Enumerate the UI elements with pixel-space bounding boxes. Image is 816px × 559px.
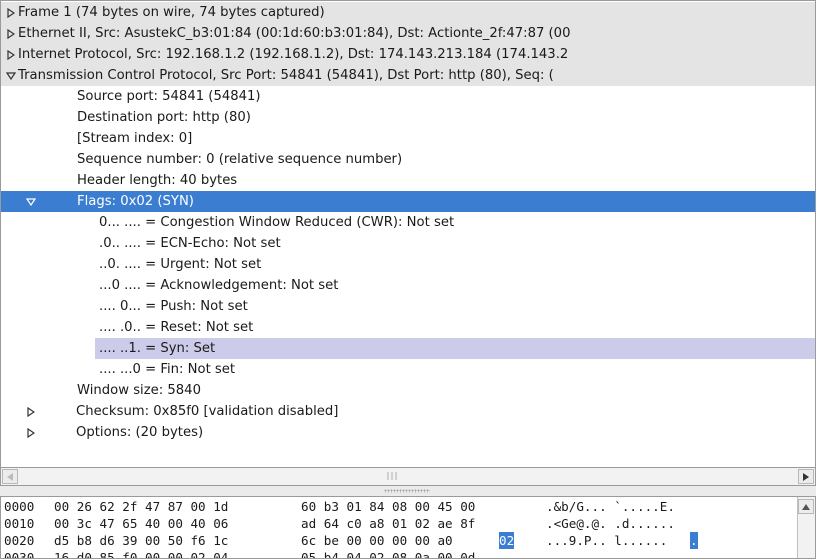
tree-row-label: Window size: 5840 bbox=[77, 383, 201, 398]
hex-ascii: .<Ge@.@. .d...... bbox=[546, 516, 675, 531]
hex-bytes: 00 26 62 2f 47 87 00 1d bbox=[54, 499, 229, 514]
tree-row[interactable]: Source port: 54841 (54841) bbox=[1, 86, 815, 107]
tree-row-label: ...0 .... = Acknowledgement: Not set bbox=[99, 278, 339, 293]
tree-row[interactable]: [Stream index: 0] bbox=[1, 128, 815, 149]
triangle-right-icon[interactable] bbox=[25, 422, 37, 443]
tree-row[interactable]: Internet Protocol, Src: 192.168.1.2 (192… bbox=[1, 44, 815, 65]
tree-row-label: Header length: 40 bytes bbox=[77, 173, 238, 188]
tree-row-label: Sequence number: 0 (relative sequence nu… bbox=[77, 152, 403, 167]
hex-bytes: 00 3c 47 65 40 00 40 06 bbox=[54, 516, 229, 531]
triangle-right-icon[interactable] bbox=[5, 2, 17, 23]
hex-ascii: ...9.P.. l...... bbox=[546, 533, 668, 548]
tree-row-label: .... .0.. = Reset: Not set bbox=[99, 320, 254, 335]
tree-row[interactable]: Flags: 0x02 (SYN) bbox=[1, 191, 815, 212]
tree-row-label: Checksum: 0x85f0 [validation disabled] bbox=[76, 404, 339, 419]
tree-row[interactable]: Sequence number: 0 (relative sequence nu… bbox=[1, 149, 815, 170]
tree-row[interactable]: Options: (20 bytes) bbox=[1, 422, 815, 443]
hex-bytes: 6c be 00 00 00 00 a0 bbox=[301, 533, 453, 548]
ascii-selected-char: . bbox=[690, 532, 698, 549]
tree-row[interactable]: Checksum: 0x85f0 [validation disabled] bbox=[1, 401, 815, 422]
hex-offset: 0010 bbox=[4, 516, 35, 531]
arrow-right-icon bbox=[803, 472, 809, 481]
triangle-right-icon[interactable] bbox=[25, 401, 37, 422]
tree-row[interactable]: Ethernet II, Src: AsustekC_b3:01:84 (00:… bbox=[1, 23, 815, 44]
tree-row-label: Options: (20 bytes) bbox=[76, 425, 204, 440]
tree-row-label: ..0. .... = Urgent: Not set bbox=[99, 257, 262, 272]
triangle-down-icon[interactable] bbox=[25, 191, 37, 212]
hex-bytes: 16 d0 85 f0 00 00 02 04 bbox=[54, 550, 229, 559]
tree-row[interactable]: .... ..1. = Syn: Set bbox=[95, 338, 815, 359]
tree-row-label: .0.. .... = ECN-Echo: Not set bbox=[99, 236, 281, 251]
tree-row[interactable]: ...0 .... = Acknowledgement: Not set bbox=[1, 275, 815, 296]
tree-row[interactable]: Transmission Control Protocol, Src Port:… bbox=[1, 65, 815, 86]
tree-row[interactable]: Window size: 5840 bbox=[1, 380, 815, 401]
tree-row-label: Transmission Control Protocol, Src Port:… bbox=[18, 68, 554, 83]
hex-row[interactable]: 0030 16 d0 85 f0 00 00 02 04 05 b4 04 02 0… bbox=[1, 549, 791, 559]
scroll-up-button[interactable] bbox=[798, 499, 814, 514]
triangle-down-icon[interactable] bbox=[5, 65, 17, 86]
tree-row[interactable]: ..0. .... = Urgent: Not set bbox=[1, 254, 815, 275]
tree-row-label: [Stream index: 0] bbox=[77, 131, 193, 146]
tree-row[interactable]: .... 0... = Push: Not set bbox=[1, 296, 815, 317]
tree-row[interactable]: Destination port: http (80) bbox=[1, 107, 815, 128]
hex-row[interactable]: 0010 00 3c 47 65 40 00 40 06 ad 64 c0 a8 0… bbox=[1, 515, 791, 532]
splitter-grip bbox=[384, 489, 430, 493]
tree-row[interactable]: Frame 1 (74 bytes on wire, 74 bytes capt… bbox=[1, 2, 815, 23]
hex-selected-byte: 02 bbox=[499, 532, 515, 549]
hex-bytes: 05 b4 04 02 08 0a 00 0d bbox=[301, 550, 476, 559]
hex-row[interactable]: 0020 d5 b8 d6 39 00 50 f6 1c 6c be 00 00 0… bbox=[1, 532, 791, 549]
hex-offset: 0000 bbox=[4, 499, 35, 514]
scroll-right-button[interactable] bbox=[798, 469, 814, 484]
packet-details-tree[interactable]: Frame 1 (74 bytes on wire, 74 bytes capt… bbox=[0, 0, 816, 468]
hex-bytes: 60 b3 01 84 08 00 45 00 bbox=[301, 499, 476, 514]
tree-row[interactable]: .0.. .... = ECN-Echo: Not set bbox=[1, 233, 815, 254]
hex-offset: 0020 bbox=[4, 533, 35, 548]
scroll-left-button[interactable] bbox=[2, 469, 18, 484]
tree-row-label: .... 0... = Push: Not set bbox=[99, 299, 248, 314]
hex-bytes: d5 b8 d6 39 00 50 f6 1c bbox=[54, 533, 229, 548]
tree-row-label: Ethernet II, Src: AsustekC_b3:01:84 (00:… bbox=[18, 26, 571, 41]
tree-row-label: Source port: 54841 (54841) bbox=[77, 89, 261, 104]
tree-row-label: Internet Protocol, Src: 192.168.1.2 (192… bbox=[18, 47, 569, 62]
tree-row[interactable]: .... .0.. = Reset: Not set bbox=[1, 317, 815, 338]
triangle-right-icon[interactable] bbox=[5, 23, 17, 44]
hex-ascii: .&b/G... `.....E. bbox=[546, 499, 675, 514]
arrow-left-icon bbox=[7, 472, 13, 481]
tree-row-label: Flags: 0x02 (SYN) bbox=[77, 194, 194, 209]
hex-row[interactable]: 0000 00 26 62 2f 47 87 00 1d 60 b3 01 84 0… bbox=[1, 498, 791, 515]
tree-row-label: .... ...0 = Fin: Not set bbox=[99, 362, 236, 377]
scrollbar-grip-icon bbox=[387, 472, 397, 480]
tree-row-label: .... ..1. = Syn: Set bbox=[99, 341, 216, 356]
hex-offset: 0030 bbox=[4, 550, 35, 559]
horizontal-scrollbar[interactable] bbox=[0, 468, 816, 486]
tree-row[interactable]: Header length: 40 bytes bbox=[1, 170, 815, 191]
tree-row[interactable]: 0... .... = Congestion Window Reduced (C… bbox=[1, 212, 815, 233]
packet-bytes-pane[interactable]: 0000 00 26 62 2f 47 87 00 1d 60 b3 01 84 0… bbox=[0, 496, 816, 559]
tree-row-label: 0... .... = Congestion Window Reduced (C… bbox=[99, 215, 455, 230]
vertical-scrollbar[interactable] bbox=[797, 497, 815, 558]
pane-splitter[interactable] bbox=[0, 486, 816, 496]
tree-row-label: Frame 1 (74 bytes on wire, 74 bytes capt… bbox=[18, 5, 325, 20]
tree-row[interactable]: .... ...0 = Fin: Not set bbox=[1, 359, 815, 380]
arrow-up-icon bbox=[802, 503, 810, 510]
triangle-right-icon[interactable] bbox=[5, 44, 17, 65]
hex-bytes: ad 64 c0 a8 01 02 ae 8f bbox=[301, 516, 476, 531]
tree-row-label: Destination port: http (80) bbox=[77, 110, 251, 125]
